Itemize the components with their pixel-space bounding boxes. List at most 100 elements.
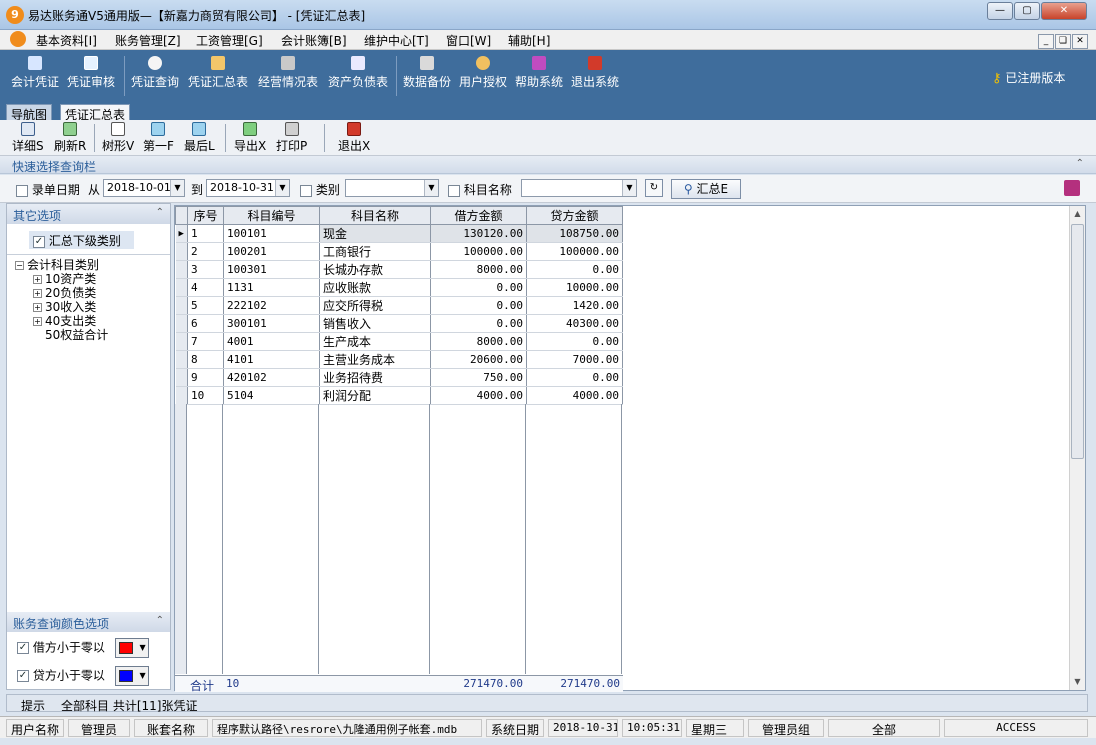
cell-subject-code[interactable]: 420102 [223,368,320,387]
row-indicator[interactable] [175,242,188,261]
cell-subject-name[interactable]: 长城办存款 [319,260,431,279]
cell-credit[interactable]: 7000.00 [526,350,623,369]
table-row[interactable]: 9 420102 业务招待费 750.00 0.00 [175,368,623,387]
summarize-button[interactable]: ⚲ 汇总E [671,179,741,199]
cell-debit[interactable]: 20600.00 [430,350,527,369]
cell-index[interactable]: 9 [187,368,224,387]
tree-node-equity[interactable]: 50权益合计 [15,328,108,342]
cell-debit[interactable]: 130120.00 [430,224,527,243]
menu-basic-data[interactable]: 基本资料[I] [36,32,97,49]
table-row[interactable]: 10 5104 利润分配 4000.00 4000.00 [175,386,623,405]
subject-name-select[interactable]: ▼ [521,179,637,197]
expand-icon[interactable]: + [33,289,42,298]
toolbar-summary-button[interactable]: 凭证汇总表 [188,56,248,90]
row-indicator[interactable] [175,368,188,387]
scrollbar-thumb[interactable] [1071,224,1084,459]
detail-button[interactable]: 详细S [12,122,44,154]
cell-subject-name[interactable]: 工商银行 [319,242,431,261]
quick-query-header[interactable]: 快速选择查询栏 ⌃ [0,156,1096,174]
other-options-header[interactable]: 其它选项 ⌃ [7,204,170,224]
minimize-button[interactable]: — [987,2,1013,20]
cell-debit[interactable]: 0.00 [430,278,527,297]
cell-subject-code[interactable]: 4001 [223,332,320,351]
chevron-up-icon[interactable]: ⌃ [156,207,164,218]
chevron-up-icon[interactable]: ⌃ [156,615,164,626]
cell-subject-code[interactable]: 5104 [223,386,320,405]
date-from-picker[interactable]: 2018-10-01 ▼ [103,179,185,197]
export-button[interactable]: 导出X [234,122,266,154]
cell-index[interactable]: 7 [187,332,224,351]
scroll-up-icon[interactable]: ▲ [1070,206,1085,222]
tree-node-assets[interactable]: +10资产类 [15,272,108,286]
cell-credit[interactable]: 108750.00 [526,224,623,243]
reload-icon[interactable]: ↻ [645,179,663,197]
cell-index[interactable]: 6 [187,314,224,333]
mdi-app-icon[interactable] [10,31,26,47]
cell-index[interactable]: 4 [187,278,224,297]
table-row[interactable]: ▶ 1 100101 现金 130120.00 108750.00 [175,224,623,243]
cell-credit[interactable]: 10000.00 [526,278,623,297]
date-to-picker[interactable]: 2018-10-31 ▼ [206,179,290,197]
subject-name-toggle[interactable]: 科目名称 [448,181,512,198]
entry-date-checkbox[interactable] [16,184,28,197]
expand-icon[interactable]: + [33,303,42,312]
menu-maintenance[interactable]: 维护中心[T] [364,32,429,49]
table-row[interactable]: 6 300101 销售收入 0.00 40300.00 [175,314,623,333]
menu-accounting[interactable]: 账务管理[Z] [115,32,181,49]
cell-index[interactable]: 3 [187,260,224,279]
menu-payroll[interactable]: 工资管理[G] [196,32,263,49]
close-button[interactable]: ✕ [1041,2,1087,20]
cell-credit[interactable]: 0.00 [526,368,623,387]
toolbar-exit-button[interactable]: 退出系统 [571,56,619,90]
toolbar-balance-sheet-button[interactable]: 资产负债表 [328,56,388,90]
cell-debit[interactable]: 8000.00 [430,332,527,351]
first-button[interactable]: 第一F [143,122,174,154]
menu-ledgers[interactable]: 会计账簿[B] [281,32,347,49]
cell-subject-name[interactable]: 业务招待费 [319,368,431,387]
row-indicator[interactable] [175,260,188,279]
cell-subject-name[interactable]: 现金 [319,224,431,243]
toolbar-query-button[interactable]: 凭证查询 [131,56,179,90]
help-book-icon[interactable] [1064,180,1080,196]
cell-subject-name[interactable]: 应交所得税 [319,296,431,315]
cell-subject-code[interactable]: 300101 [223,314,320,333]
cell-debit[interactable]: 8000.00 [430,260,527,279]
cell-debit[interactable]: 750.00 [430,368,527,387]
cell-subject-name[interactable]: 主营业务成本 [319,350,431,369]
column-header[interactable]: 借方金额 [430,206,527,225]
table-row[interactable]: 7 4001 生产成本 8000.00 0.00 [175,332,623,351]
summarize-subcategory-checkbox[interactable]: ✓ [33,235,45,248]
entry-date-toggle[interactable]: 录单日期 [16,181,80,198]
table-row[interactable]: 8 4101 主营业务成本 20600.00 7000.00 [175,350,623,369]
chevron-up-icon[interactable]: ⌃ [1076,158,1084,169]
cell-subject-code[interactable]: 222102 [223,296,320,315]
maximize-button[interactable]: ▢ [1014,2,1040,20]
tab-voucher-summary[interactable]: 凭证汇总表 [60,104,131,122]
row-indicator[interactable] [175,332,188,351]
cell-credit[interactable]: 0.00 [526,332,623,351]
cell-credit[interactable]: 100000.00 [526,242,623,261]
credit-negative-checkbox[interactable]: ✓ [17,670,29,682]
mdi-minimize-button[interactable]: _ [1038,34,1054,49]
menu-window[interactable]: 窗口[W] [446,32,491,49]
mdi-restore-button[interactable]: ❏ [1055,34,1071,49]
toolbar-review-button[interactable]: 凭证审核 [67,56,115,90]
debit-negative-checkbox[interactable]: ✓ [17,642,29,654]
color-options-header[interactable]: 账务查询颜色选项 ⌃ [7,612,170,632]
table-row[interactable]: 4 1131 应收账款 0.00 10000.00 [175,278,623,297]
table-row[interactable]: 5 222102 应交所得税 0.00 1420.00 [175,296,623,315]
cell-subject-code[interactable]: 1131 [223,278,320,297]
expand-icon[interactable]: + [33,275,42,284]
current-row-pointer-icon[interactable]: ▶ [175,224,188,243]
table-row[interactable]: 3 100301 长城办存款 8000.00 0.00 [175,260,623,279]
column-header[interactable]: 贷方金额 [526,206,623,225]
cell-index[interactable]: 2 [187,242,224,261]
cell-index[interactable]: 8 [187,350,224,369]
row-indicator[interactable] [175,350,188,369]
chevron-down-icon[interactable]: ▼ [170,180,184,196]
cell-subject-code[interactable]: 4101 [223,350,320,369]
debit-negative-option[interactable]: ✓ 借方小于零以 ▼ [17,638,149,658]
scroll-down-icon[interactable]: ▼ [1070,674,1085,690]
toolbar-help-button[interactable]: 帮助系统 [515,56,563,90]
column-header[interactable]: 序号 [187,206,224,225]
